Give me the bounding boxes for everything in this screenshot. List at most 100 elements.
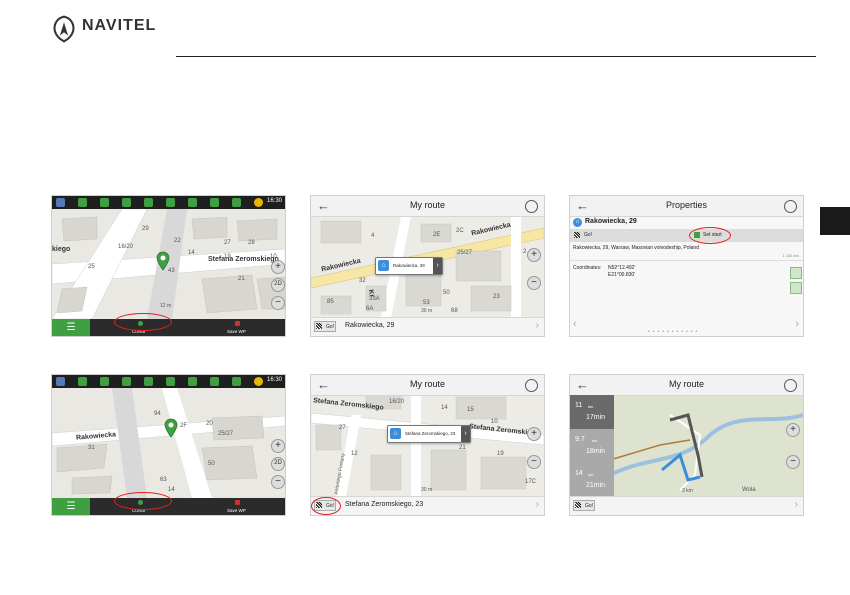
clipboard-icon[interactable]: [210, 198, 219, 207]
zoom-in-button[interactable]: +: [786, 423, 800, 437]
next-page-icon[interactable]: ›: [795, 318, 799, 330]
building-number: 25: [88, 264, 95, 270]
clock: 16:30: [266, 377, 282, 383]
status-bar: 16:30: [52, 196, 285, 209]
chevron-right-icon[interactable]: ›: [795, 499, 798, 510]
save-waypoint-button[interactable]: Save WP: [227, 329, 246, 334]
scale-label: 3 km: [682, 488, 693, 494]
location-callout[interactable]: ⌂ Rakowiecka, 29 ›: [375, 257, 443, 275]
navi-icon[interactable]: [100, 198, 109, 207]
district-label: Wola: [742, 487, 756, 493]
home-icon: ⌂: [390, 428, 401, 439]
title-bar: ← My route: [570, 375, 803, 396]
zoom-in-button[interactable]: +: [527, 427, 541, 441]
zoom-out-button[interactable]: −: [271, 475, 285, 489]
zoom-out-button[interactable]: −: [527, 455, 541, 469]
building-number: 21: [238, 276, 245, 282]
zoom-in-button[interactable]: +: [271, 439, 285, 453]
bottom-bar: Go! ›: [570, 496, 803, 515]
view-mode-button[interactable]: 2D: [271, 457, 285, 471]
bottom-bar: Go! Rakowiecka, 29 ›: [311, 317, 544, 336]
building-number: 28: [248, 240, 255, 246]
chevron-right-icon[interactable]: ›: [461, 426, 470, 442]
navitel-logo-icon: [53, 15, 75, 43]
building-number: 31: [88, 445, 95, 451]
prev-page-icon[interactable]: ‹: [573, 318, 577, 330]
zoom-out-button[interactable]: −: [786, 455, 800, 469]
building-number: 16/20: [118, 244, 134, 250]
chevron-right-icon[interactable]: ›: [536, 320, 539, 331]
building-number: 2F: [180, 423, 188, 429]
share-icon[interactable]: [790, 267, 802, 279]
page-title: My route: [409, 379, 445, 389]
highlight-oval: [114, 492, 172, 510]
menu-button[interactable]: ☰: [52, 498, 90, 515]
map-pin-icon[interactable]: [156, 251, 170, 271]
clipboard-icon[interactable]: [210, 377, 219, 386]
satellite-icon[interactable]: [525, 200, 538, 213]
title-bar: ← My route: [311, 375, 544, 396]
battery-icon[interactable]: [188, 377, 197, 386]
messages-icon[interactable]: [166, 198, 175, 207]
add-favorite-icon[interactable]: [790, 282, 802, 294]
save-waypoint-button[interactable]: Save WP: [227, 508, 246, 513]
traffic-icon[interactable]: [144, 198, 153, 207]
satellite-icon[interactable]: [784, 200, 797, 213]
route-option[interactable]: 11 km 17min: [570, 395, 614, 429]
messages-icon[interactable]: [166, 377, 175, 386]
bottom-bar: Go! Stefana Zeromskiego, 23 ›: [311, 496, 544, 515]
satellite-icon[interactable]: [122, 377, 131, 386]
building-number: 27: [339, 425, 346, 431]
battery-icon[interactable]: [188, 198, 197, 207]
building-number: 12: [351, 451, 358, 457]
sun-icon[interactable]: [254, 377, 263, 386]
building-number: 33A: [369, 296, 380, 302]
chevron-right-icon[interactable]: ›: [433, 258, 442, 274]
building-number: 14: [188, 250, 195, 256]
status-bar: 16:30: [52, 375, 285, 388]
navi-icon[interactable]: [100, 377, 109, 386]
compass-icon[interactable]: [56, 377, 65, 386]
building-number: 27: [224, 240, 231, 246]
compass-icon[interactable]: [56, 198, 65, 207]
place-name: Rakowiecka, 29: [585, 218, 637, 225]
scale-label: 12 m: [160, 303, 172, 309]
clock: 16:30: [266, 198, 282, 204]
sun-icon[interactable]: [254, 198, 263, 207]
satellite-icon[interactable]: [122, 198, 131, 207]
go-button[interactable]: Go!: [584, 232, 592, 238]
route-distance: 9.7: [575, 436, 585, 443]
note-icon[interactable]: [232, 198, 241, 207]
zoom-out-button[interactable]: −: [527, 276, 541, 290]
zoom-out-button[interactable]: −: [271, 296, 285, 310]
map-pin-icon[interactable]: [164, 418, 178, 438]
callout-label: Stefana Zeromskiego, 23: [405, 431, 456, 436]
route-option[interactable]: 14 km 21min: [570, 463, 614, 497]
callout-label: Rakowiecka, 29: [393, 263, 425, 268]
view-mode-button[interactable]: 2D: [271, 278, 285, 292]
volume-icon[interactable]: [78, 377, 87, 386]
note-icon[interactable]: [232, 377, 241, 386]
satellite-icon[interactable]: [525, 379, 538, 392]
route-option[interactable]: 9.7 km 18min: [570, 429, 614, 463]
satellite-icon[interactable]: [784, 379, 797, 392]
chevron-right-icon[interactable]: ›: [536, 499, 539, 510]
flag-icon: [235, 500, 240, 505]
location-callout[interactable]: ⌂ Stefana Zeromskiego, 23 ›: [387, 425, 471, 443]
building-number: 10: [270, 254, 277, 260]
traffic-icon[interactable]: [144, 377, 153, 386]
zoom-in-button[interactable]: +: [271, 260, 285, 274]
building-number: 2E: [433, 232, 441, 238]
zoom-in-button[interactable]: +: [527, 248, 541, 262]
building-number: 15: [467, 407, 474, 413]
building-number: 50: [443, 290, 450, 296]
building-number: 63: [160, 477, 167, 483]
title-bar: ← My route: [311, 196, 544, 217]
building-number: 14: [441, 405, 448, 411]
volume-icon[interactable]: [78, 198, 87, 207]
building-number: 2: [523, 249, 527, 255]
building-number: 21: [459, 445, 466, 451]
building-number: 2C: [456, 228, 464, 234]
menu-button[interactable]: ☰: [52, 319, 90, 336]
building-number: 16/20: [389, 399, 405, 405]
